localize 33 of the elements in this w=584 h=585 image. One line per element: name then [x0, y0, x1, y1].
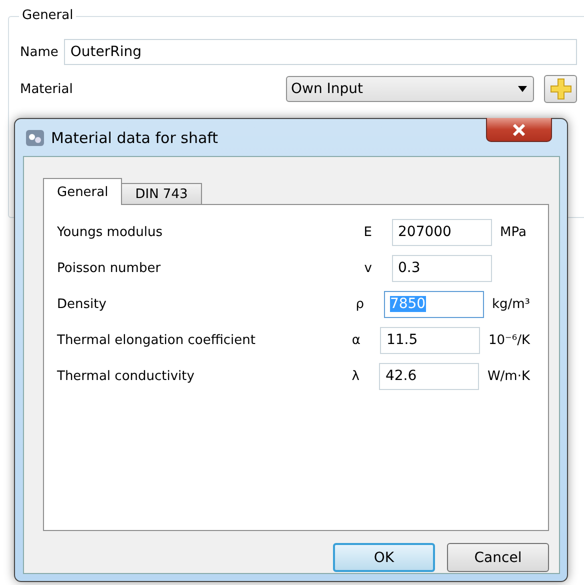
value-field[interactable]: 207000: [392, 218, 492, 246]
material-dropdown[interactable]: Own Input: [286, 76, 534, 102]
property-label: Thermal elongation coefficient: [57, 332, 256, 348]
tab[interactable]: DIN 743: [121, 183, 202, 205]
caret-icon: [518, 86, 527, 92]
symbol-label: E: [364, 224, 372, 240]
symbol-label: ρ: [356, 296, 364, 312]
value-field[interactable]: 42.6: [379, 362, 480, 390]
unit-label: 10⁻⁶/K: [488, 332, 530, 348]
add-button[interactable]: [544, 75, 577, 103]
value-field[interactable]: 11.5: [380, 326, 480, 354]
close-button[interactable]: [486, 118, 552, 142]
app-icon: [25, 128, 45, 148]
property-label: Youngs modulus: [57, 224, 164, 240]
material-label: Material: [20, 82, 73, 96]
property-label: Poisson number: [57, 260, 162, 276]
property-label: Thermal conductivity: [57, 368, 196, 384]
cancel-button[interactable]: Cancel: [447, 543, 549, 572]
name-field[interactable]: OuterRing: [64, 39, 577, 65]
ok-button[interactable]: OK: [333, 543, 435, 572]
dialog-title: Material data for shaft: [51, 128, 218, 146]
symbol-label: λ: [352, 368, 360, 384]
value-field[interactable]: 0.3: [392, 254, 492, 282]
close-icon: [512, 124, 526, 136]
name-label: Name: [20, 44, 58, 60]
unit-label: kg/m³: [492, 296, 530, 312]
plus-icon: [550, 78, 572, 100]
property-label: Density: [57, 296, 108, 312]
unit-label: MPa: [500, 224, 528, 240]
tab[interactable]: General: [43, 178, 122, 205]
symbol-label: α: [352, 332, 360, 348]
unit-label: W/m·K: [487, 368, 530, 384]
symbol-label: v: [364, 260, 372, 276]
